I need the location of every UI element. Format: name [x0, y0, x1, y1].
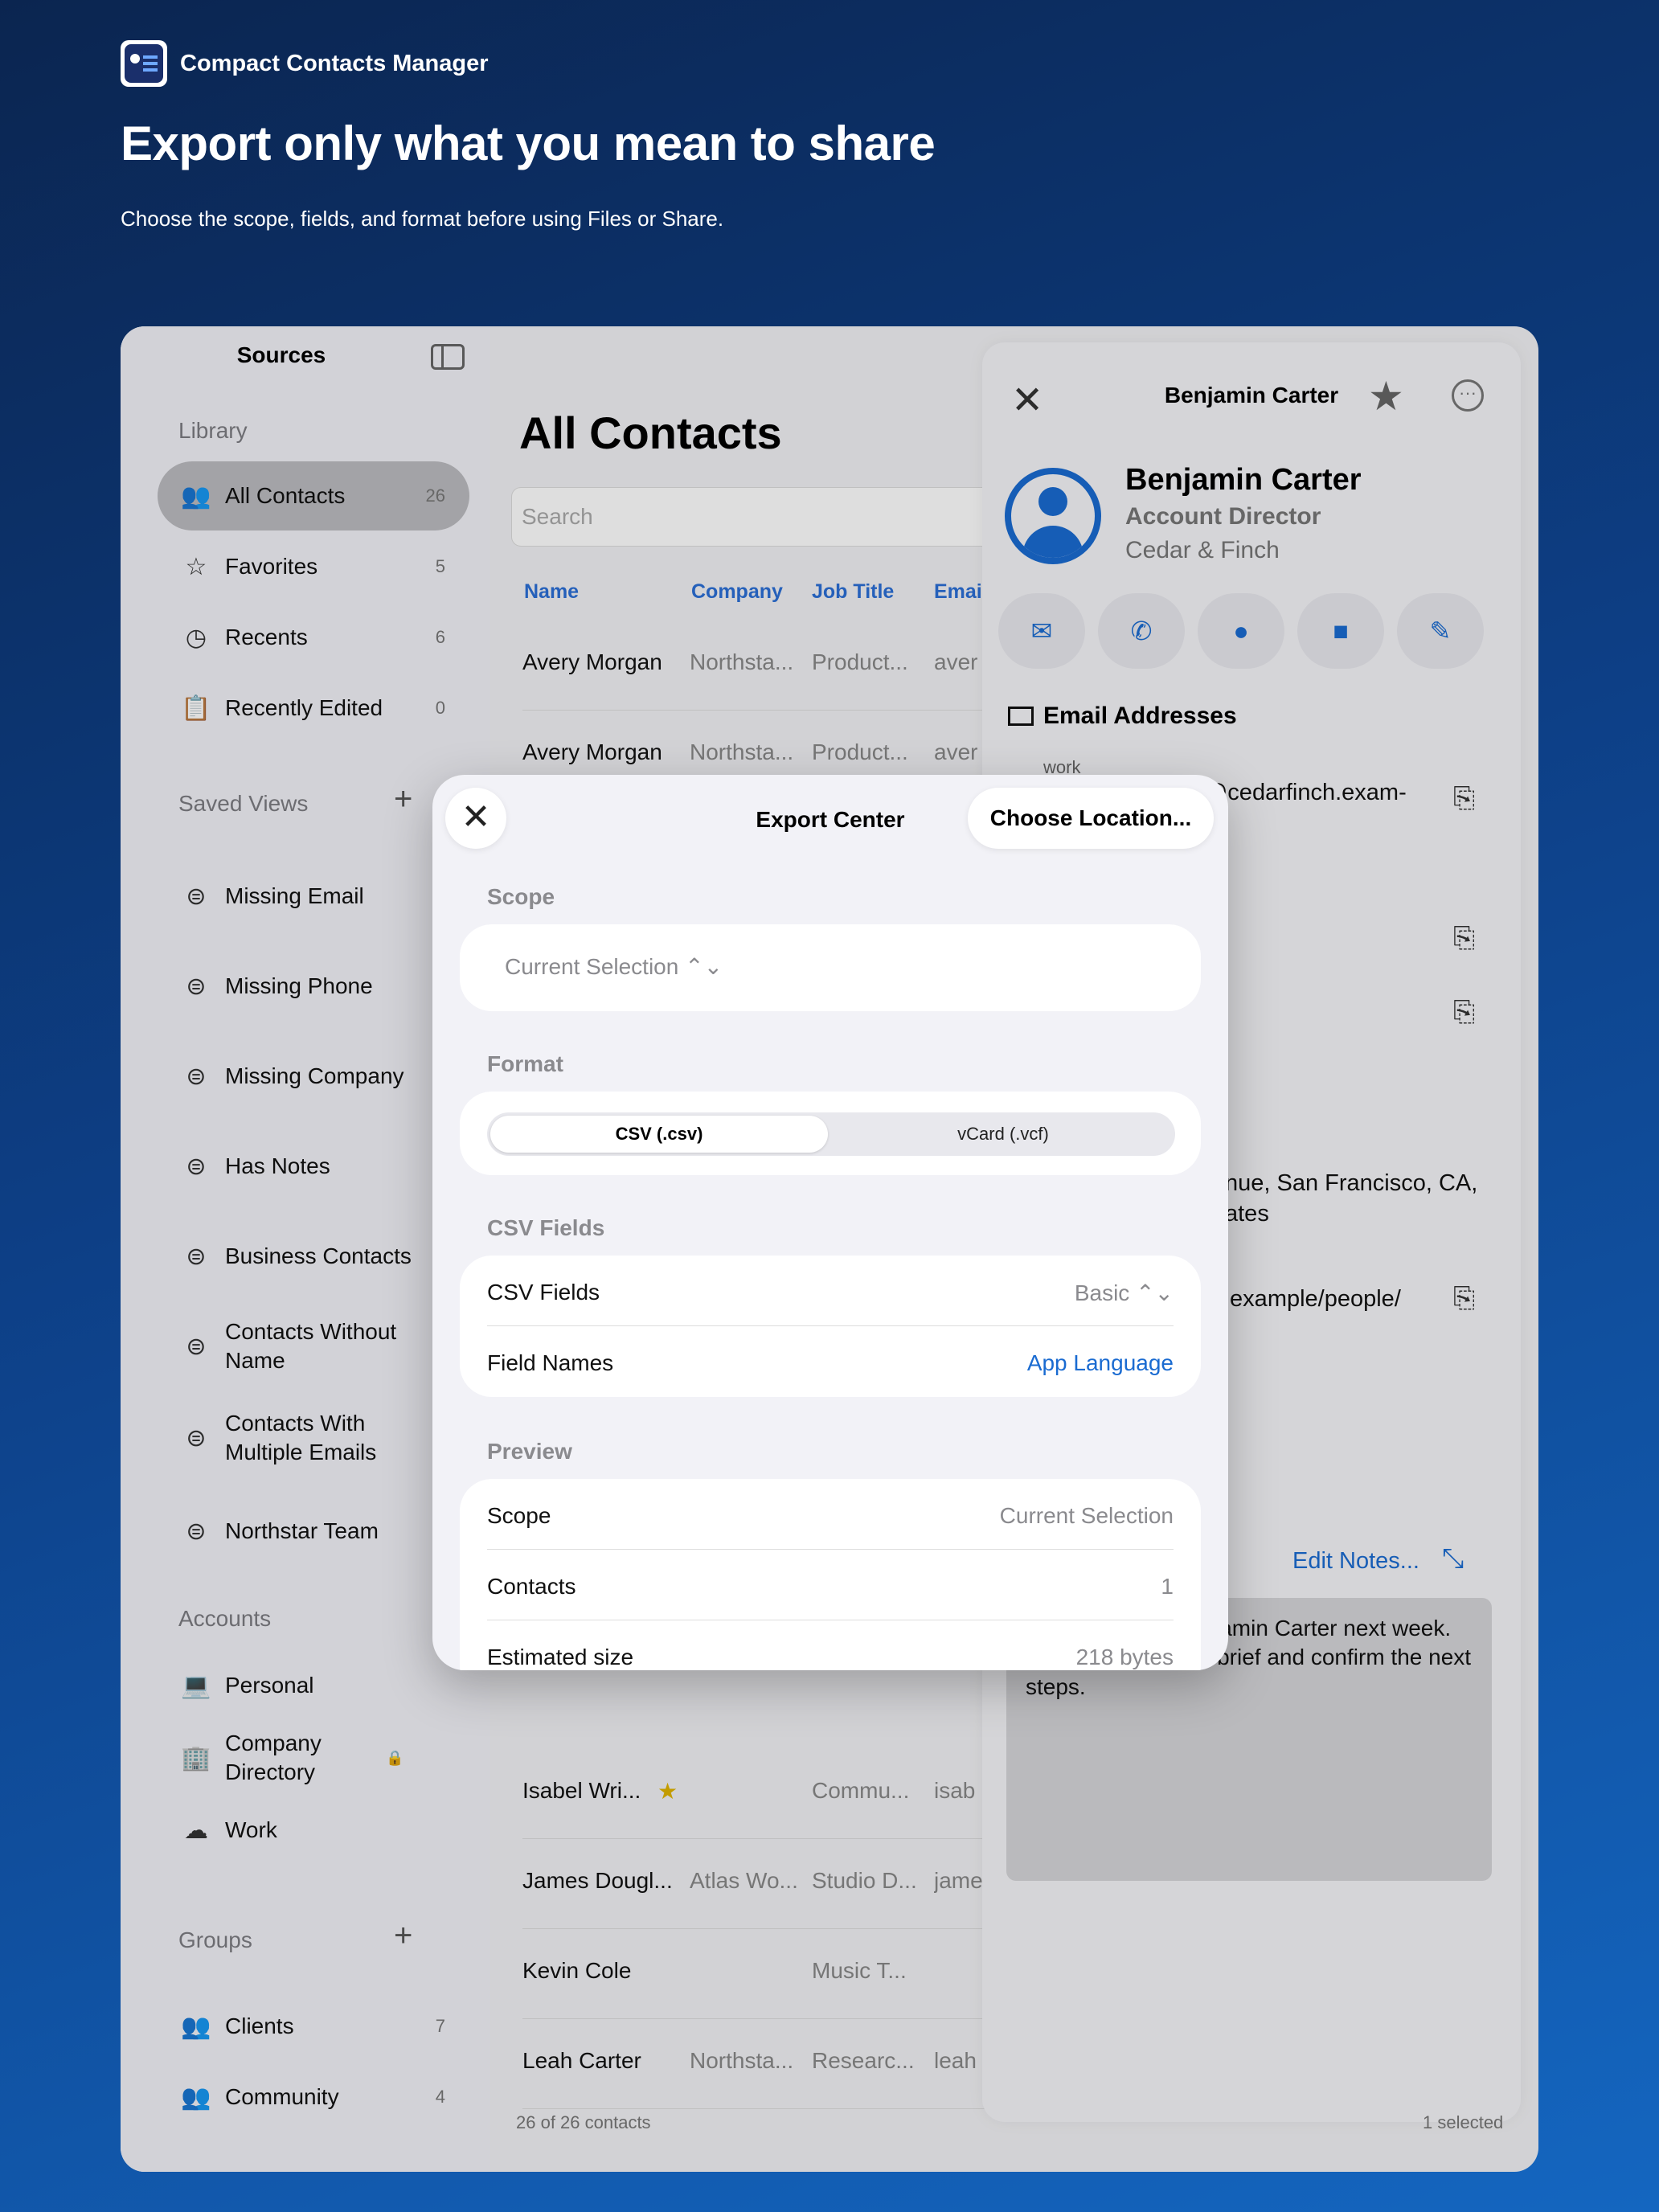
- format-label: Format: [487, 1051, 563, 1076]
- scope-picker[interactable]: Current Selection ⌃⌄: [460, 924, 1201, 1011]
- app-logo-icon: [121, 40, 167, 87]
- csv-fields-label: CSV Fields: [487, 1215, 605, 1240]
- scope-value: Current Selection ⌃⌄: [505, 954, 723, 979]
- export-center-sheet: ✕ Export Center Choose Location... Scope…: [432, 775, 1228, 1670]
- scope-label: Scope: [487, 884, 555, 909]
- format-option-vcard[interactable]: vCard (.vcf): [834, 1116, 1172, 1153]
- choose-location-button[interactable]: Choose Location...: [968, 788, 1214, 849]
- csv-fields-value: Basic ⌃⌄: [1074, 1280, 1174, 1305]
- app-name: Compact Contacts Manager: [180, 50, 489, 76]
- csv-fields-card: CSV Fields Basic ⌃⌄ Field Names App Lang…: [460, 1256, 1201, 1397]
- field-names-row[interactable]: Field Names App Language: [487, 1326, 1174, 1397]
- format-card: CSV (.csv) vCard (.vcf): [460, 1092, 1201, 1175]
- format-segmented-control: CSV (.csv) vCard (.vcf): [487, 1112, 1175, 1156]
- headline: Export only what you mean to share: [121, 117, 936, 170]
- format-option-csv[interactable]: CSV (.csv): [490, 1116, 828, 1153]
- device-screen: Sources Library 👥 All Contacts 26 ☆ Favo…: [121, 326, 1538, 2172]
- csv-fields-row[interactable]: CSV Fields Basic ⌃⌄: [487, 1256, 1174, 1326]
- subhead: Choose the scope, fields, and format bef…: [121, 207, 724, 231]
- preview-row-contacts: Contacts 1: [487, 1550, 1174, 1620]
- brand: Compact Contacts Manager: [121, 40, 1567, 87]
- preview-label: Preview: [487, 1439, 572, 1464]
- hero-header: Compact Contacts Manager Export only wha…: [121, 40, 1567, 231]
- field-names-value[interactable]: App Language: [1027, 1350, 1174, 1376]
- preview-card: Scope Current Selection Contacts 1 Estim…: [460, 1479, 1201, 1670]
- preview-row-scope: Scope Current Selection: [487, 1479, 1174, 1550]
- preview-row-size: Estimated size 218 bytes: [487, 1645, 1174, 1669]
